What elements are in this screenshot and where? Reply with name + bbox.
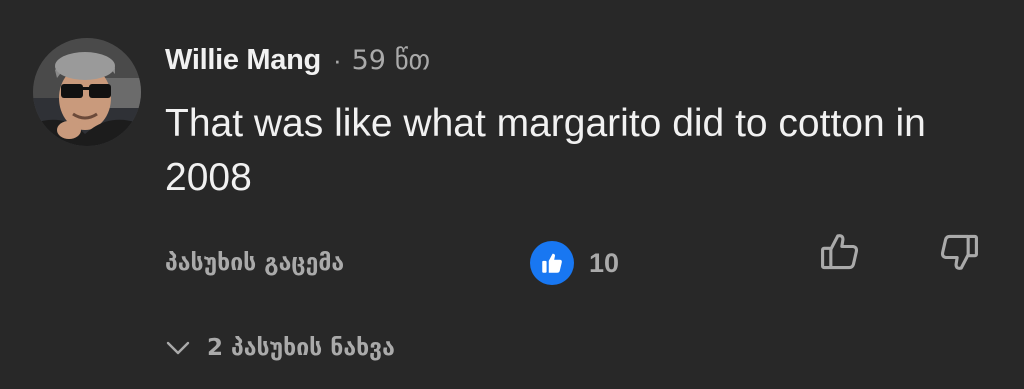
meta-separator: · (332, 44, 342, 75)
thumbs-up-icon (818, 230, 862, 279)
dislike-button[interactable] (933, 228, 985, 280)
view-replies-button[interactable]: 2 პასუხის ნახვა (165, 328, 395, 368)
comment-header: Willie Mang · 59 წთ (165, 38, 430, 82)
author-name[interactable]: Willie Mang (165, 44, 321, 77)
reply-button[interactable]: პასუხის გაცემა (165, 243, 344, 283)
comment-body: That was like what margarito did to cott… (165, 102, 926, 199)
like-button[interactable] (814, 228, 866, 280)
chevron-down-icon (165, 340, 191, 356)
avatar[interactable] (33, 38, 141, 146)
reaction-summary[interactable]: 10 (530, 241, 620, 285)
thumbs-down-icon (937, 230, 981, 279)
like-count: 10 (589, 247, 620, 278)
like-reaction-icon (530, 241, 574, 285)
comment-timestamp: 59 წთ (351, 44, 431, 76)
view-replies-label: 2 პასუხის ნახვა (207, 335, 395, 361)
